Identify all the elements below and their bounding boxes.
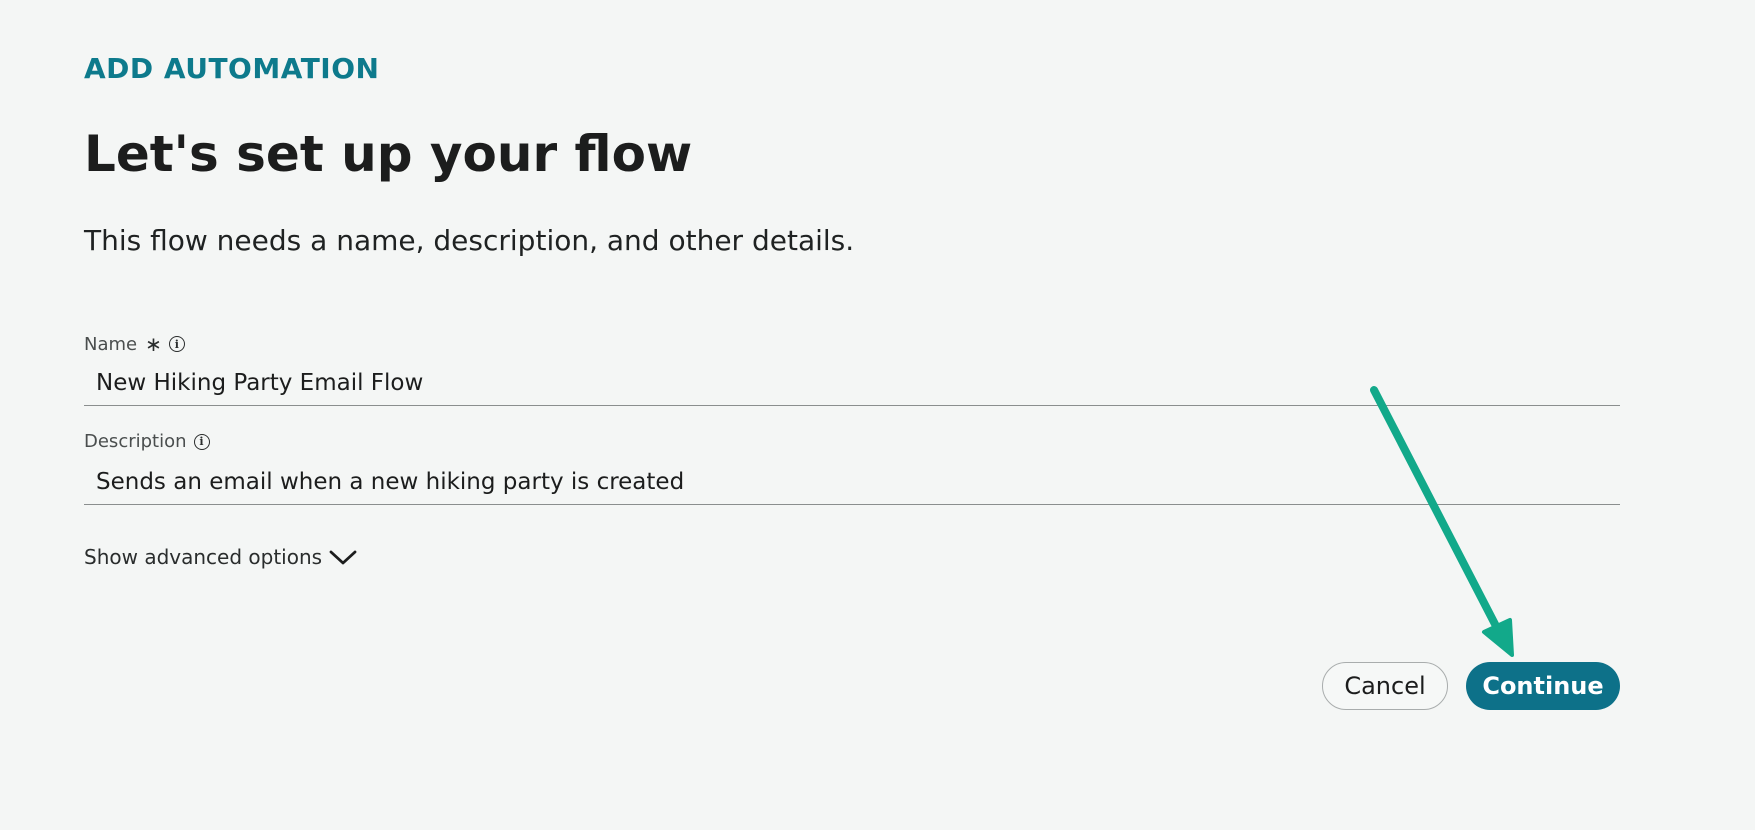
description-input[interactable] — [84, 460, 1620, 504]
required-asterisk: ∗ — [145, 332, 162, 356]
description-field — [84, 460, 1620, 505]
info-icon[interactable]: i — [168, 336, 185, 352]
name-field — [84, 361, 1620, 406]
description-field-label: Description i — [84, 431, 210, 452]
page-eyebrow: ADD AUTOMATION — [84, 52, 380, 85]
annotation-arrow-shaft — [1370, 386, 1501, 632]
chevron-down-icon — [329, 550, 357, 565]
page-title: Let's set up your flow — [84, 125, 693, 183]
page-subtitle: This flow needs a name, description, and… — [84, 224, 855, 257]
name-field-label: Name ∗ i — [84, 332, 185, 356]
info-icon[interactable]: i — [193, 433, 210, 450]
name-label-text: Name — [84, 333, 138, 355]
show-advanced-options-toggle[interactable]: Show advanced options — [84, 545, 358, 569]
cancel-button[interactable]: Cancel — [1322, 662, 1448, 710]
annotation-arrow-head — [1482, 618, 1514, 657]
continue-button[interactable]: Continue — [1466, 662, 1620, 710]
description-label-text: Description — [84, 431, 187, 452]
advanced-options-label: Show advanced options — [84, 545, 323, 569]
name-input[interactable] — [84, 361, 1620, 405]
